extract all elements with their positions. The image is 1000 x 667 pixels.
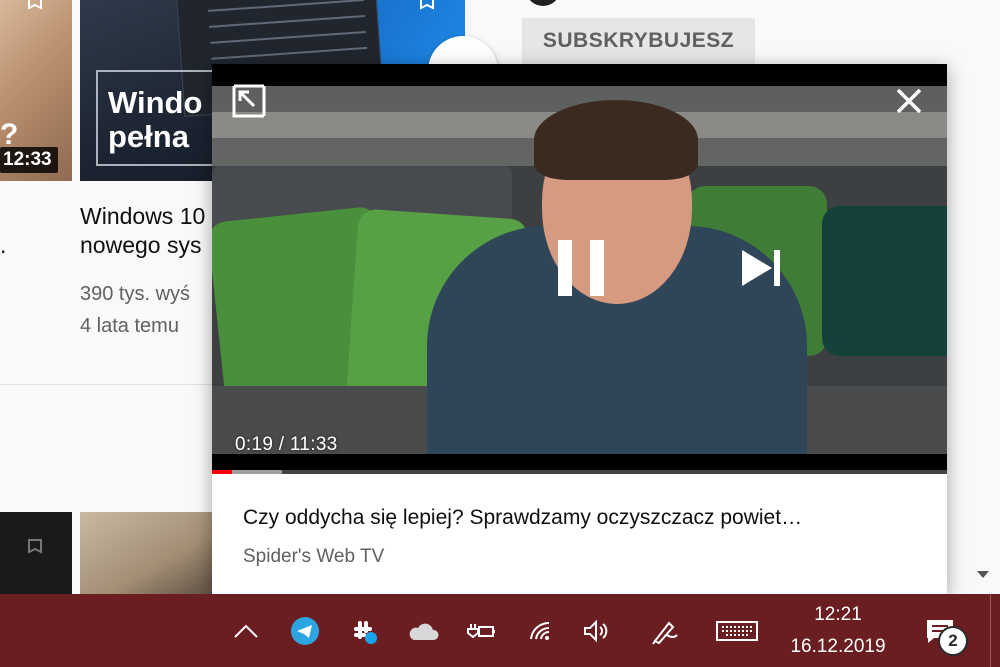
onedrive-icon[interactable] xyxy=(405,594,441,667)
close-icon[interactable] xyxy=(894,86,924,116)
thumbnail-text: Windo pełna xyxy=(108,85,203,154)
divider xyxy=(0,384,212,385)
volume-icon[interactable] xyxy=(579,594,615,667)
duration-badge: 12:33 xyxy=(0,147,58,173)
wifi-icon[interactable] xyxy=(523,594,559,667)
chevron-up-icon[interactable] xyxy=(230,594,262,667)
channel-avatar[interactable] xyxy=(527,0,559,6)
clock-time: 12:21 xyxy=(814,604,862,625)
show-desktop-button[interactable] xyxy=(990,594,991,667)
scroll-down-arrow-icon[interactable] xyxy=(977,571,989,578)
watch-later-icon[interactable] xyxy=(26,0,44,12)
desktop: ? 12:33 Windo pełna . Windows 10 nowego … xyxy=(0,0,1000,667)
video-thumbnail-bottom-mid[interactable] xyxy=(80,512,220,594)
taskbar: 12:21 16.12.2019 xyxy=(0,594,1000,667)
video-meta: 390 tys. wyś 4 lata temu xyxy=(80,278,220,342)
notification-count-badge[interactable]: 2 xyxy=(938,626,968,656)
progress-bar[interactable] xyxy=(212,470,947,474)
clock-date: 16.12.2019 xyxy=(790,636,886,657)
view-count: 390 tys. wyś xyxy=(80,283,191,305)
upload-age: 4 lata temu xyxy=(80,315,179,337)
video-title-mid[interactable]: Windows 10 nowego sys xyxy=(80,202,220,260)
subscribe-button[interactable]: SUBSKRYBUJESZ xyxy=(522,18,755,64)
miniplayer: 0:19 / 11:33 Czy oddycha się lepiej? Spr… xyxy=(212,64,947,594)
video-thumbnail-bottom-left[interactable] xyxy=(0,512,72,594)
miniplayer-video[interactable]: 0:19 / 11:33 xyxy=(212,64,947,474)
miniplayer-channel[interactable]: Spider's Web TV xyxy=(243,546,384,568)
watch-later-icon[interactable] xyxy=(26,538,44,556)
telegram-icon[interactable] xyxy=(287,594,323,667)
timecode: 0:19 / 11:33 xyxy=(235,434,338,455)
expand-icon[interactable] xyxy=(232,84,266,118)
pen-icon[interactable] xyxy=(646,594,682,667)
miniplayer-title[interactable]: Czy oddycha się lepiej? Sprawdzamy oczys… xyxy=(243,506,923,530)
system-clock[interactable]: 12:21 16.12.2019 xyxy=(780,594,896,667)
battery-plug-icon[interactable] xyxy=(463,594,499,667)
keyboard-icon[interactable] xyxy=(714,594,760,667)
watch-later-icon[interactable] xyxy=(418,0,436,12)
next-icon[interactable] xyxy=(740,248,784,288)
progress-played xyxy=(212,470,232,474)
miniplayer-info: Czy oddycha się lepiej? Sprawdzamy oczys… xyxy=(212,476,947,594)
video-title-left[interactable]: . xyxy=(0,232,6,259)
video-thumbnail-left[interactable]: ? 12:33 xyxy=(0,0,72,181)
pause-icon[interactable] xyxy=(556,238,606,298)
slack-icon[interactable] xyxy=(346,594,382,667)
